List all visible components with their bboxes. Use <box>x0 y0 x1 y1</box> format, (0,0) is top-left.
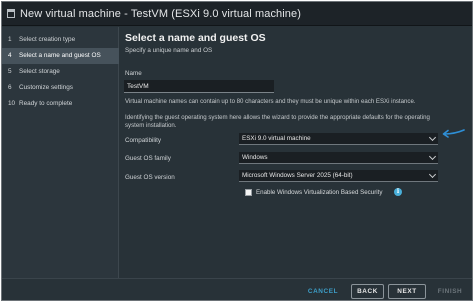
guest-os-family-value: Windows <box>242 154 268 161</box>
compatibility-select[interactable]: ESXi 9.0 virtual machine <box>239 133 438 145</box>
sidebar-item-customize-settings[interactable]: 6 Customize settings <box>2 80 119 96</box>
arrow-left-icon <box>442 129 465 138</box>
chevron-down-icon <box>428 133 437 142</box>
sidebar-item-ready-to-complete[interactable]: 10 Ready to complete <box>2 96 119 112</box>
chevron-down-icon <box>428 170 437 179</box>
compatibility-label: Compatibility <box>125 137 162 144</box>
sidebar-item-select-name-and-guest-os[interactable]: 4 Select a name and guest OS <box>2 48 119 64</box>
step-number: 5 <box>8 68 12 75</box>
main-panel: Select a name and guest OS Specify a uni… <box>120 27 472 278</box>
step-number: 10 <box>8 100 16 107</box>
guest-os-version-value: Microsoft Windows Server 2025 (64-bit) <box>242 172 353 179</box>
guest-os-help-text: Identifying the guest operating system h… <box>125 114 430 129</box>
sidebar-item-label: Customize settings <box>19 84 73 91</box>
cancel-button[interactable]: CANCEL <box>302 284 344 299</box>
chevron-down-icon <box>428 152 437 161</box>
page-subtitle: Specify a unique name and OS <box>125 47 213 54</box>
sidebar-item-label: Select a name and guest OS <box>19 52 101 59</box>
sidebar-item-select-storage[interactable]: 5 Select storage <box>2 64 119 80</box>
name-help-text: Virtual machine names can contain up to … <box>125 98 416 105</box>
page-title: Select a name and guest OS <box>125 32 266 44</box>
sidebar-item-label: Ready to complete <box>19 100 73 107</box>
guest-os-version-select[interactable]: Microsoft Windows Server 2025 (64-bit) <box>239 170 438 182</box>
guest-os-family-select[interactable]: Windows <box>239 152 438 164</box>
wizard-dialog: New virtual machine - TestVM (ESXi 9.0 v… <box>1 1 473 301</box>
info-icon[interactable]: i <box>394 188 402 196</box>
step-number: 1 <box>8 36 12 43</box>
step-number: 6 <box>8 84 12 91</box>
vbs-checkbox[interactable] <box>245 189 252 196</box>
step-number: 4 <box>8 52 12 59</box>
sidebar-item-select-creation-type[interactable]: 1 Select creation type <box>2 32 119 48</box>
compatibility-value: ESXi 9.0 virtual machine <box>242 135 311 142</box>
vm-name-input[interactable] <box>124 80 274 93</box>
sidebar-item-label: Select creation type <box>19 36 76 43</box>
next-button[interactable]: NEXT <box>388 284 426 299</box>
wizard-steps-sidebar: 1 Select creation type 4 Select a name a… <box>2 27 119 278</box>
window-title: New virtual machine - TestVM (ESXi 9.0 v… <box>20 8 302 20</box>
back-button[interactable]: BACK <box>351 284 384 299</box>
title-bar: New virtual machine - TestVM (ESXi 9.0 v… <box>2 2 472 26</box>
name-label: Name <box>125 70 142 77</box>
guest-os-version-label: Guest OS version <box>125 174 175 181</box>
wizard-footer: CANCEL BACK NEXT FINISH <box>2 278 472 300</box>
sidebar-item-label: Select storage <box>19 68 60 75</box>
window-icon <box>7 9 15 18</box>
finish-button[interactable]: FINISH <box>428 284 472 299</box>
vbs-label[interactable]: Enable Windows Virtualization Based Secu… <box>256 188 382 197</box>
guest-os-family-label: Guest OS family <box>125 155 171 162</box>
